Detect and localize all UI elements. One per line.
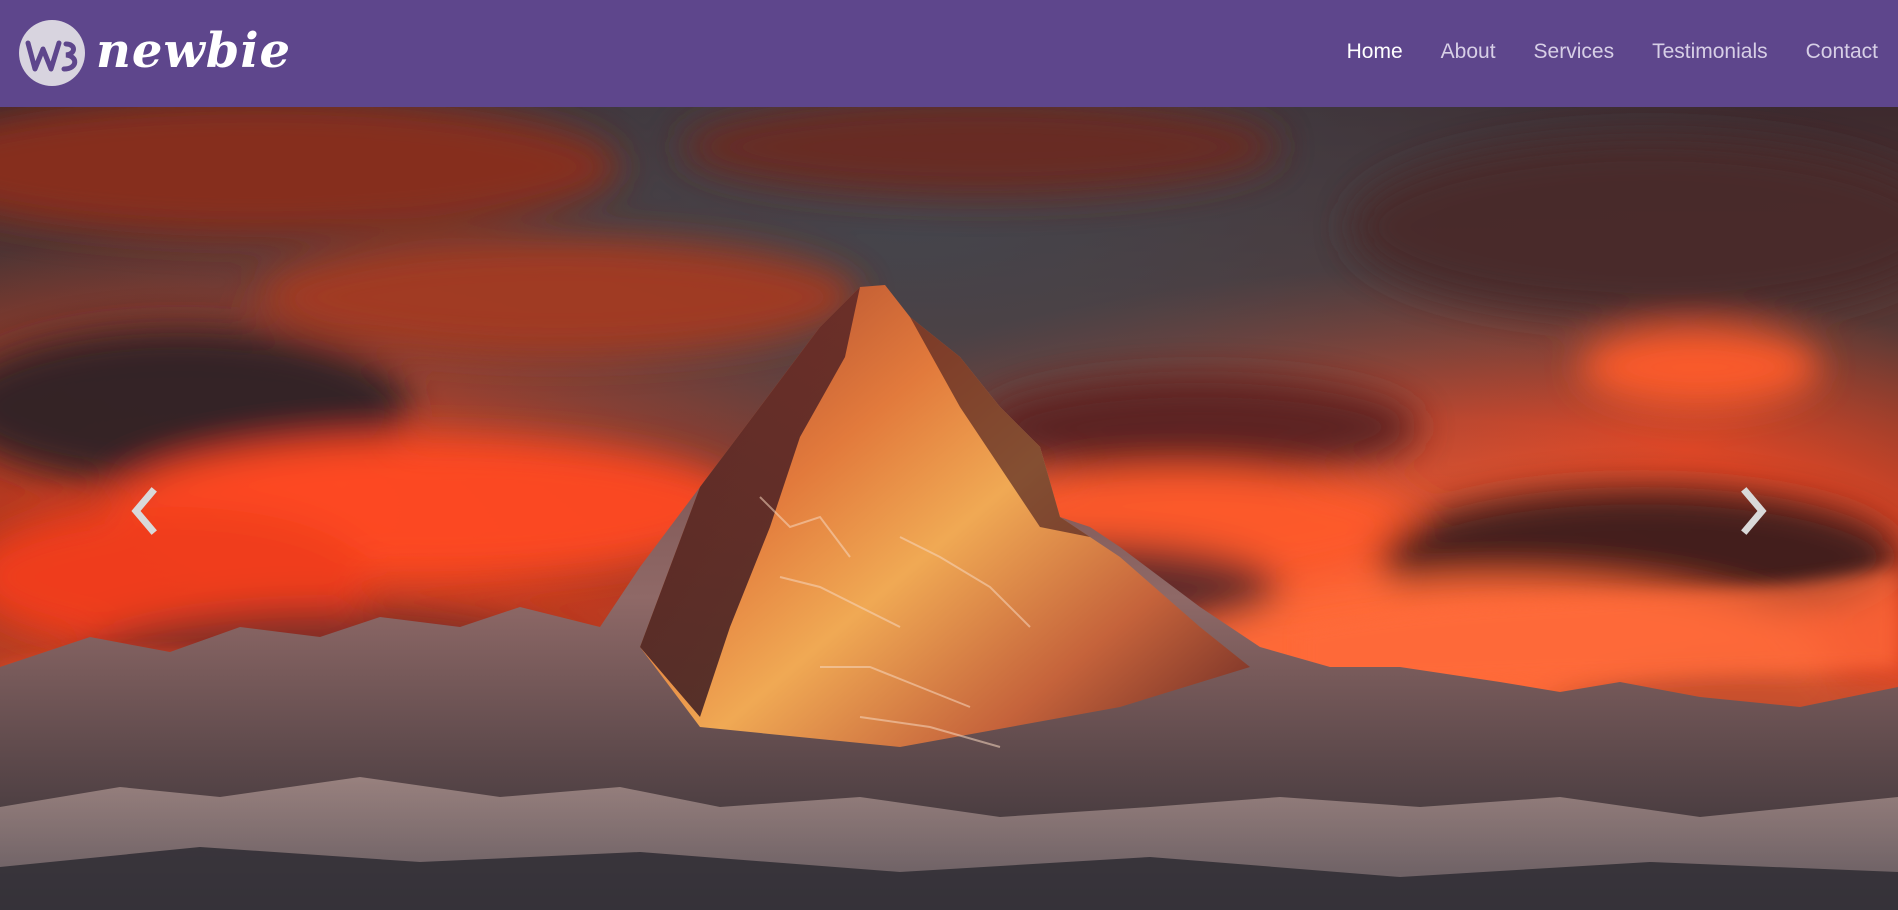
brand-name: newbie bbox=[96, 23, 292, 79]
carousel-prev-button[interactable] bbox=[0, 107, 290, 910]
chevron-right-icon bbox=[1741, 486, 1767, 535]
nav-link-home[interactable]: Home bbox=[1347, 34, 1403, 70]
nav-item-home: Home bbox=[1347, 34, 1403, 70]
top-navbar: NB newbie Home About Services Testimonia… bbox=[0, 0, 1898, 107]
nav-link-services[interactable]: Services bbox=[1534, 34, 1615, 70]
nav-link-testimonials[interactable]: Testimonials bbox=[1652, 34, 1768, 70]
nav-link-contact[interactable]: Contact bbox=[1806, 34, 1878, 70]
brand-logo-icon: NB bbox=[19, 20, 85, 86]
carousel-next-button[interactable] bbox=[1608, 107, 1898, 910]
nav-link-about[interactable]: About bbox=[1441, 34, 1496, 70]
nav-item-testimonials: Testimonials bbox=[1652, 34, 1768, 70]
nav-item-contact: Contact bbox=[1806, 34, 1878, 70]
brand-mark-text: NB bbox=[49, 54, 57, 60]
chevron-left-icon bbox=[131, 486, 157, 535]
nav-item-about: About bbox=[1441, 34, 1496, 70]
brand-logo-link[interactable]: NB newbie bbox=[18, 18, 291, 88]
main-navigation: Home About Services Testimonials Contact bbox=[1309, 0, 1878, 103]
nav-item-services: Services bbox=[1534, 34, 1615, 70]
hero-carousel bbox=[0, 107, 1898, 910]
